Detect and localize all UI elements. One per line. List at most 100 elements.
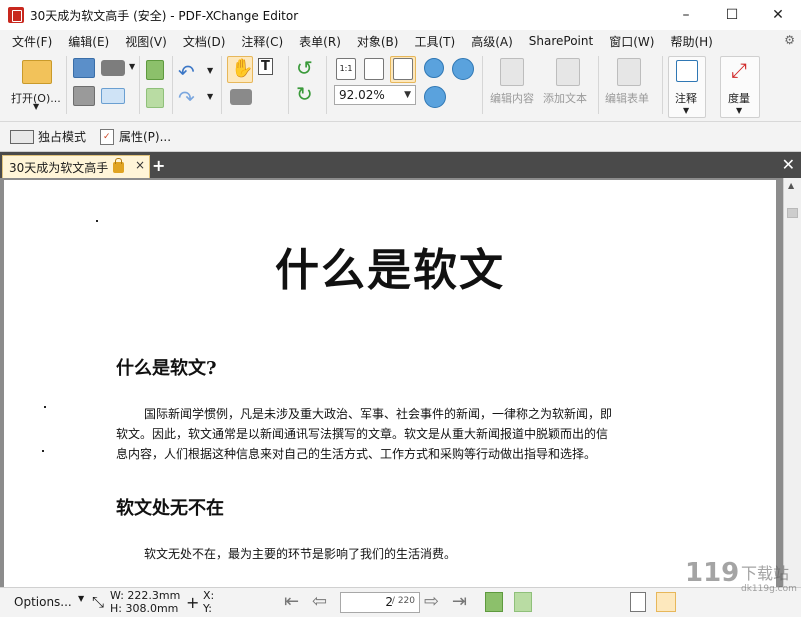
crown-icon: [10, 129, 34, 144]
fit-width-icon[interactable]: [393, 58, 413, 80]
edit-form-label[interactable]: 编辑表单: [605, 90, 649, 106]
page-number-input[interactable]: 2 / 220: [340, 592, 420, 613]
next-page-icon[interactable]: ⇨: [424, 591, 439, 612]
options-dropdown-icon[interactable]: ▼: [78, 594, 84, 603]
document-viewport[interactable]: 什么是软文 什么是软文? 国际新闻学惯例，凡是未涉及重大政治、军事、社会事件的新…: [0, 178, 801, 587]
last-page-icon[interactable]: ⇥: [452, 591, 467, 612]
rotate-left-icon[interactable]: ↺: [296, 56, 313, 80]
scanner-icon[interactable]: [101, 60, 125, 76]
scroll-up-icon[interactable]: ▲: [788, 181, 794, 190]
cursor-y: Y:: [203, 602, 212, 615]
edit-form-icon[interactable]: [617, 58, 641, 86]
watermark-url: dk119g.com: [741, 584, 797, 594]
close-button[interactable]: ✕: [755, 0, 801, 30]
minimize-button[interactable]: –: [663, 0, 709, 30]
vertical-scrollbar[interactable]: ▲: [783, 178, 801, 587]
actual-size-icon[interactable]: 1:1: [336, 58, 356, 80]
menu-edit[interactable]: 编辑(E): [62, 33, 115, 50]
undo-dropdown-icon[interactable]: ▼: [207, 66, 213, 75]
select-text-icon[interactable]: T: [258, 58, 273, 75]
new-tab-icon[interactable]: +: [152, 156, 165, 175]
import-icon[interactable]: [146, 60, 164, 80]
first-page-icon[interactable]: ⇤: [284, 591, 299, 612]
document-tab[interactable]: 30天成为软文高手 ×: [2, 155, 150, 178]
save-icon[interactable]: [73, 58, 95, 78]
properties-label: 属性(P)...: [119, 130, 172, 144]
previous-view-icon[interactable]: [485, 592, 503, 612]
menu-tools[interactable]: 工具(T): [408, 33, 461, 50]
edit-content-icon[interactable]: [500, 58, 524, 86]
menu-options-icon[interactable]: ⚙: [784, 33, 795, 47]
menu-comment[interactable]: 注释(C): [235, 33, 289, 50]
watermark-text: 下载站: [741, 564, 790, 583]
email-icon[interactable]: [101, 88, 125, 104]
close-all-tabs-icon[interactable]: ✕: [782, 155, 795, 174]
single-page-view-icon[interactable]: [630, 592, 646, 612]
menu-file[interactable]: 文件(F): [6, 33, 58, 50]
exclusive-mode-label: 独占模式: [38, 130, 87, 144]
open-dropdown-icon[interactable]: ▼: [33, 102, 39, 111]
edit-content-label[interactable]: 编辑内容: [490, 90, 534, 106]
main-toolbar: 打开(O)... ▼ ▼ ↶ ▼ ↷ ▼ ✋ T ↺ ↻ 1:1 92.02% …: [0, 52, 801, 122]
menu-window[interactable]: 窗口(W): [603, 33, 660, 50]
menu-sharepoint[interactable]: SharePoint: [523, 34, 599, 48]
previous-page-icon[interactable]: ⇦: [312, 591, 327, 612]
undo-icon[interactable]: ↶: [178, 60, 195, 84]
measure-dropdown-icon[interactable]: ▼: [736, 106, 742, 115]
menu-object[interactable]: 对象(B): [351, 33, 405, 50]
paragraph-line: 软文无处不在，最为主要的环节是影响了我们的生活消费。: [144, 547, 457, 561]
tab-close-icon[interactable]: ×: [135, 158, 145, 172]
watermark-logo-icon: 119: [685, 558, 740, 588]
redo-icon[interactable]: ↷: [178, 86, 195, 110]
measure-label[interactable]: 度量: [728, 90, 750, 106]
next-view-icon[interactable]: [514, 592, 532, 612]
add-text-icon[interactable]: [556, 58, 580, 86]
options-menu[interactable]: Options...: [14, 595, 72, 609]
paragraph-line: 息内容，人们根据这种信息来对自己的生活方式、工作方式和采购等行动做出指导和选择。: [116, 447, 597, 461]
cursor-x: X:: [203, 589, 215, 602]
snapshot-icon[interactable]: [230, 89, 252, 105]
annotate-icon[interactable]: [676, 60, 698, 82]
scrollbar-thumb[interactable]: [787, 208, 798, 218]
window-title: 30天成为软文高手 (安全) - PDF-XChange Editor: [30, 8, 299, 23]
zoom-in-icon[interactable]: [424, 58, 444, 78]
menu-form[interactable]: 表单(R): [293, 33, 347, 50]
export-icon[interactable]: [146, 88, 164, 108]
menu-view[interactable]: 视图(V): [119, 33, 173, 50]
menu-bar: 文件(F) 编辑(E) 视图(V) 文档(D) 注释(C) 表单(R) 对象(B…: [0, 30, 801, 52]
menu-help[interactable]: 帮助(H): [664, 33, 718, 50]
print-icon[interactable]: [73, 86, 95, 106]
paragraph-line: 软文。因此，软文通常是以新闻通讯写法撰写的文章。软文是从重大新闻报道中脱颖而出的…: [116, 427, 609, 441]
annotate-dropdown-icon[interactable]: ▼: [683, 106, 689, 115]
open-folder-icon[interactable]: [22, 60, 52, 84]
total-pages: / 220: [391, 596, 415, 606]
measure-icon[interactable]: ⤢: [731, 58, 747, 82]
document-tab-bar: 30天成为软文高手 × + ✕: [0, 152, 801, 178]
redo-dropdown-icon[interactable]: ▼: [207, 92, 213, 101]
pdf-page: 什么是软文 什么是软文? 国际新闻学惯例，凡是未涉及重大政治、军事、社会事件的新…: [4, 180, 776, 587]
annotate-label[interactable]: 注释: [675, 90, 697, 106]
section-paragraph: 软文无处不在，最为主要的环节是影响了我们的生活消费。: [116, 544, 676, 564]
document-title: 什么是软文: [275, 245, 505, 296]
properties-button[interactable]: ✓ 属性(P)...: [100, 128, 171, 145]
cursor-position-icon: +: [186, 593, 200, 612]
zoom-out-icon[interactable]: [452, 58, 474, 80]
add-text-label[interactable]: 添加文本: [543, 90, 587, 106]
maximize-button[interactable]: ☐: [709, 0, 755, 30]
paragraph-line: 国际新闻学惯例，凡是未涉及重大政治、军事、社会事件的新闻，一律称之为软新闻，即: [144, 407, 613, 421]
zoom-dropdown-icon[interactable]: ▼: [404, 86, 411, 104]
zoom-plus-icon[interactable]: [424, 86, 446, 108]
hand-tool-icon[interactable]: ✋: [231, 58, 253, 79]
page-size-icon: ⤡: [92, 593, 105, 611]
section-heading: 软文处无不在: [116, 498, 224, 519]
section-heading: 什么是软文?: [116, 358, 217, 379]
menu-document[interactable]: 文档(D): [177, 33, 232, 50]
page-width: W: 222.3mm: [110, 589, 181, 602]
menu-advanced[interactable]: 高级(A): [465, 33, 519, 50]
scanner-dropdown-icon[interactable]: ▼: [129, 62, 135, 71]
secondary-toolbar: 独占模式 ✓ 属性(P)...: [0, 122, 801, 152]
fit-page-icon[interactable]: [364, 58, 384, 80]
exclusive-mode-button[interactable]: 独占模式: [10, 128, 86, 145]
rotate-right-icon[interactable]: ↻: [296, 82, 313, 106]
zoom-level-select[interactable]: 92.02% ▼: [334, 85, 416, 105]
